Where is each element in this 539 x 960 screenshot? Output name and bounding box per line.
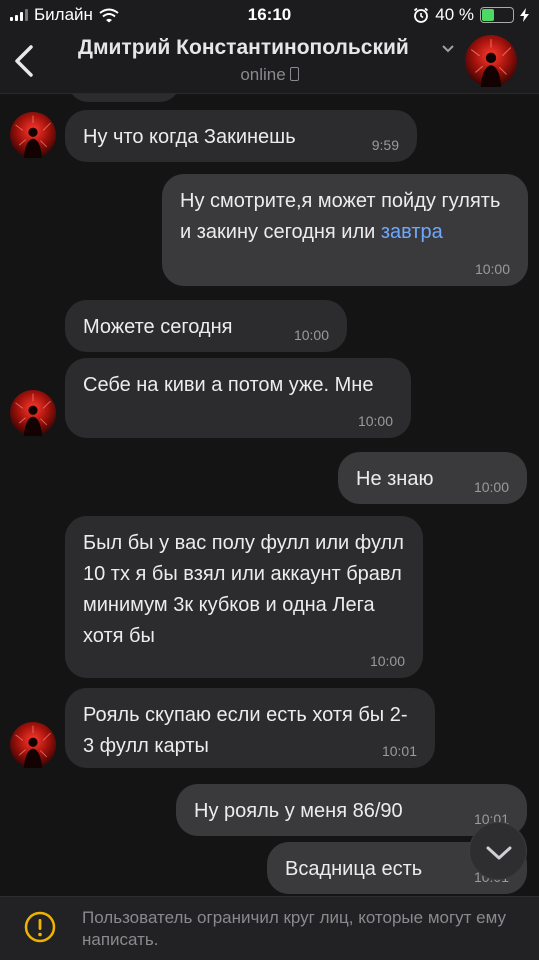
signal-icon <box>10 9 28 21</box>
mobile-phone-icon <box>289 67 299 81</box>
notice-text: Пользователь ограничил круг лиц, которые… <box>82 908 507 949</box>
scroll-to-bottom-button[interactable] <box>469 822 527 880</box>
message-bubble[interactable]: Был бы у вас полу фулл или фулл 10 тх я … <box>65 516 423 678</box>
message-bubble[interactable]: Можете сегодня 10:00 <box>65 300 347 352</box>
contact-name[interactable]: Дмитрий Константинопольский <box>78 36 409 60</box>
chevron-down-icon[interactable] <box>440 40 456 56</box>
message-text: Не знаю <box>356 468 434 490</box>
message-text: Ну рояль у меня 86/90 <box>194 800 403 822</box>
message-bubble[interactable]: Ну смотрите,я может пойду гулять и закин… <box>162 174 528 286</box>
contact-avatar[interactable] <box>465 35 517 87</box>
status-left: Билайн <box>10 5 119 25</box>
status-right: 40 % <box>413 5 529 25</box>
message-time: 9:59 <box>371 137 399 153</box>
restriction-notice: Пользователь ограничил круг лиц, которые… <box>0 896 539 960</box>
message-time: 10:01 <box>381 743 417 759</box>
message-time: 10:00 <box>473 479 509 495</box>
message-bubble[interactable]: Себе на киви а потом уже. Мне 10:00 <box>65 358 411 438</box>
message-time: 10:00 <box>474 261 510 277</box>
status-bar: Билайн 16:10 40 % <box>0 0 539 30</box>
wifi-icon <box>99 8 119 22</box>
message-time: 10:00 <box>293 327 329 343</box>
chevron-down-icon <box>486 846 512 860</box>
carrier-name: Билайн <box>34 5 93 24</box>
alarm-icon <box>414 7 429 23</box>
message-bubble[interactable]: Ну что когда Закинешь 9:59 <box>65 110 417 162</box>
message-text: Можете сегодня <box>83 316 233 338</box>
battery-percent: 40 % <box>435 5 474 24</box>
previous-message-bubble <box>68 94 180 102</box>
message-text: Был бы у вас полу фулл или фулл 10 тх я … <box>83 532 404 647</box>
message-text: Ну смотрите,я может пойду гулять и закин… <box>180 190 501 243</box>
chat-header: Дмитрий Константинопольский online <box>0 30 539 94</box>
battery-icon <box>480 7 514 23</box>
message-text: Всадница есть <box>285 858 423 880</box>
message-link[interactable]: завтра <box>381 221 443 243</box>
sender-avatar[interactable] <box>10 112 56 158</box>
message-text: Себе на киви а потом уже. Мне <box>83 374 374 396</box>
message-time: 10:00 <box>369 653 405 669</box>
message-text: Рояль скупаю если есть хотя бы 2-3 фулл … <box>83 704 408 757</box>
exclamation-circle-icon <box>24 911 56 943</box>
online-status: online <box>240 65 286 84</box>
sender-avatar[interactable] <box>10 722 56 768</box>
sender-avatar[interactable] <box>10 390 56 436</box>
message-bubble[interactable]: Рояль скупаю если есть хотя бы 2-3 фулл … <box>65 688 435 768</box>
message-text: Ну что когда Закинешь <box>83 126 296 148</box>
charging-icon <box>520 8 529 22</box>
message-list[interactable]: Ну что когда Закинешь 9:59 Ну смотрите,я… <box>0 94 539 896</box>
contact-status: online <box>0 65 539 85</box>
message-time: 10:00 <box>357 413 393 429</box>
message-bubble[interactable]: Не знаю 10:00 <box>338 452 527 504</box>
